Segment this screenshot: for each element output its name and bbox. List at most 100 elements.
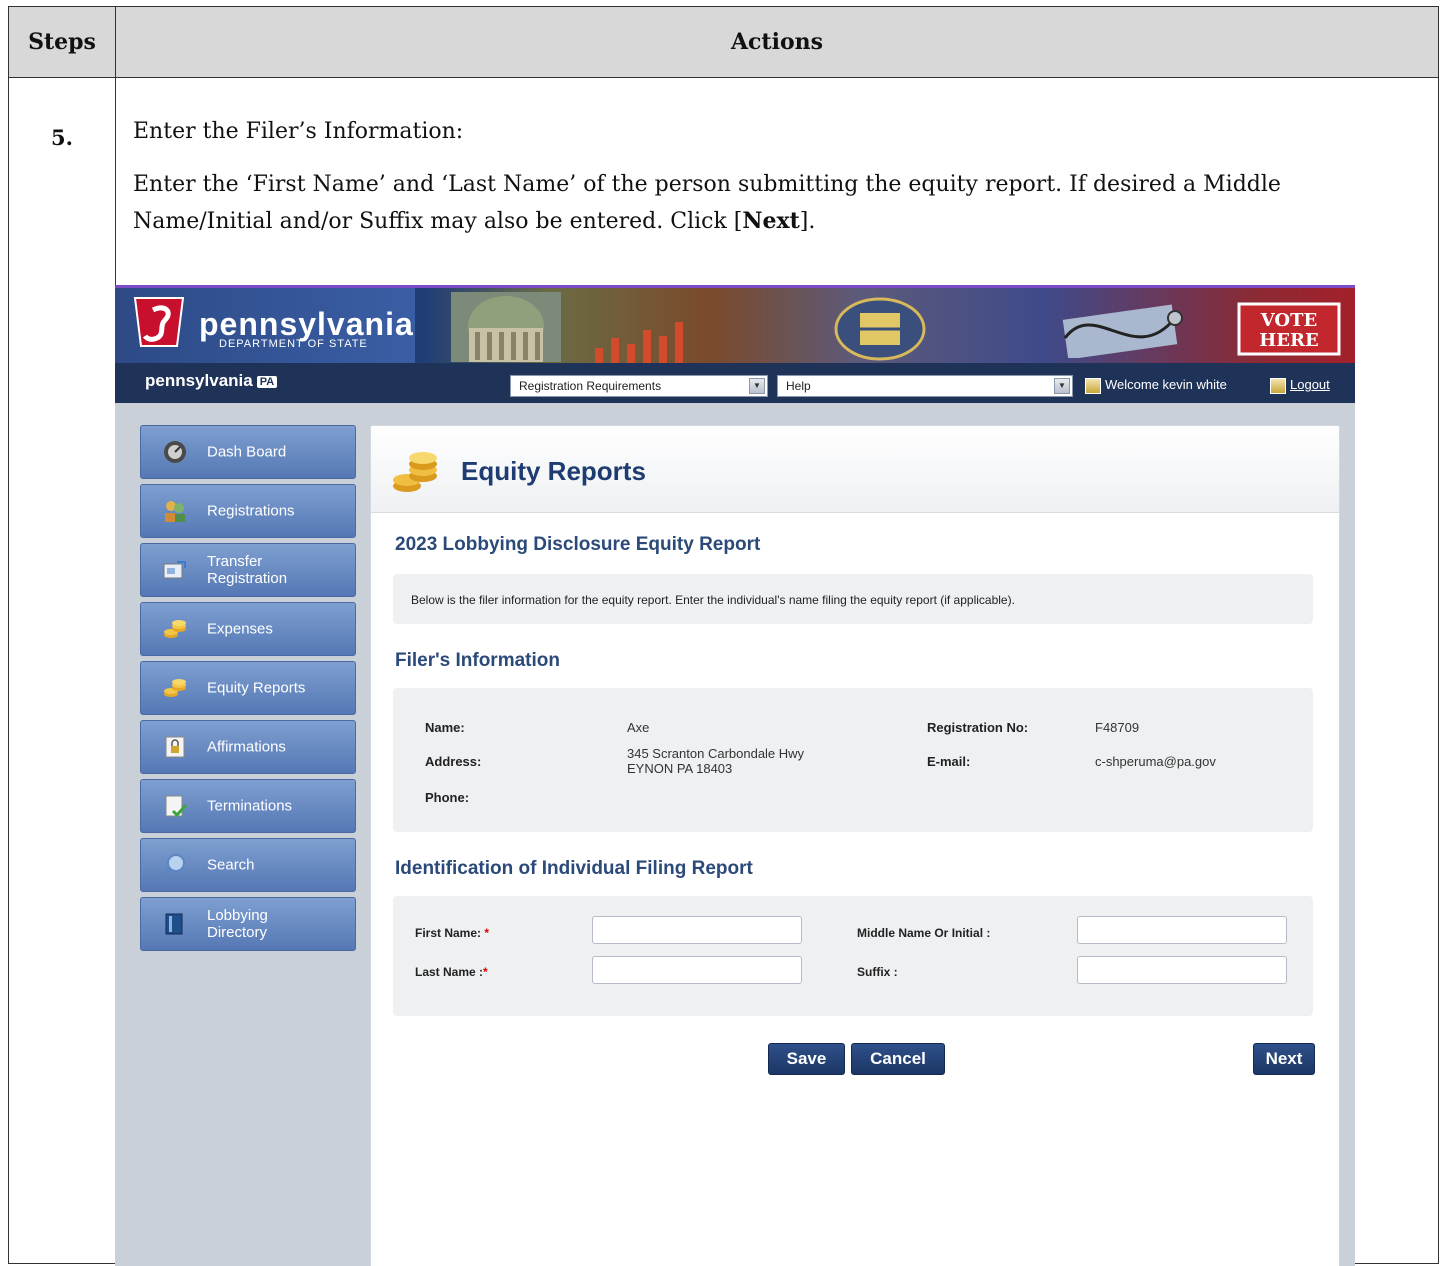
sidebar-item-label: Affirmations [207,738,286,756]
sidebar-item-terminations[interactable]: Terminations [140,779,356,833]
welcome-user: Welcome kevin white [1085,377,1227,394]
registration-no-value: F48709 [1095,720,1140,735]
pa-badge-icon: PA [256,375,278,388]
step-number: 5. [51,125,73,150]
sidebar: Dash Board Registrations Transfer Regist… [140,425,356,956]
sidebar-item-lobbying-directory[interactable]: Lobbying Directory [140,897,356,951]
coins-icon [164,679,186,697]
address-line-1: 345 Scranton Carbondale Hwy [627,746,805,761]
users-icon [165,501,185,522]
vote-sign-image: VOTE HERE [1237,302,1341,356]
identification-box: First Name: * Last Name :* Middle Name O… [393,896,1313,1016]
header-actions: Actions [730,29,824,55]
sidebar-item-dashboard[interactable]: Dash Board [140,425,356,479]
phone-label: Phone: [425,790,470,805]
pa-keystone-logo [133,297,185,347]
chevron-down-icon[interactable]: ▼ [749,378,765,394]
first-name-label-text: First Name: [415,926,482,940]
filer-info-box: Name: Axe Address: 345 Scranton Carbonda… [393,688,1313,832]
book-icon [165,913,183,935]
last-name-label: Last Name :* [415,965,488,979]
document-check-icon [165,795,187,818]
app-screenshot: pennsylvania DEPARTMENT OF STATE VOTE HE… [115,285,1355,1266]
document-lock-icon [165,736,185,758]
filer-section-title: Filer's Information [395,650,560,671]
name-value: Axe [627,720,650,735]
last-name-input[interactable] [592,956,802,984]
sidebar-item-label: Terminations [207,797,293,815]
instruction-body: Enter the ‘First Name’ and ‘Last Name’ o… [133,167,1373,240]
sidebar-item-search[interactable]: Search [140,838,356,892]
coins-icon [164,620,186,638]
save-button[interactable]: Save [768,1043,845,1075]
panel-header: Equity Reports [371,426,1339,513]
logout-text: Logout [1290,377,1330,392]
last-name-label-text: Last Name : [415,965,484,979]
sidebar-item-expenses[interactable]: Expenses [140,602,356,656]
instruction-next: Next [742,208,800,234]
registration-no-label: Registration No: [927,720,1029,735]
email-value: c-shperuma@pa.gov [1095,754,1216,769]
sidebar-item-label: Equity Reports [207,679,306,697]
page-title: Equity Reports [461,456,646,486]
first-name-input[interactable] [592,916,802,944]
main-panel: Equity Reports 2023 Lobbying Disclosure … [370,425,1340,1266]
suffix-input[interactable] [1077,956,1287,984]
sidebar-item-equity-reports[interactable]: Equity Reports [140,661,356,715]
sidebar-item-affirmations[interactable]: Affirmations [140,720,356,774]
stethoscope-image [1062,304,1183,358]
bar-graph-image [595,322,683,363]
instruction-text-end: ]. [799,209,816,234]
sidebar-item-registrations[interactable]: Registrations [140,484,356,538]
instruction-title: Enter the Filer’s Information: [133,119,464,144]
address-label: Address: [425,754,482,769]
site-banner: pennsylvania DEPARTMENT OF STATE VOTE HE… [115,285,1355,365]
info-note: Below is the filer information for the e… [393,574,1313,624]
sidebar-item-label: Lobbying Directory [207,907,268,941]
sidebar-item-label: Search [207,856,255,874]
name-label: Name: [425,720,465,735]
capitol-dome-image [451,292,561,362]
vote-text-1: VOTE [1260,310,1317,331]
dashboard-icon [164,441,186,463]
table-header: Steps Actions [9,7,1438,78]
middle-name-input[interactable] [1077,916,1287,944]
help-dropdown[interactable]: Help ▼ [777,375,1073,397]
address-line-2: EYNON PA 18403 [627,761,733,776]
report-title: 2023 Lobbying Disclosure Equity Report [395,534,761,555]
sidebar-item-transfer-registration[interactable]: Transfer Registration [140,543,356,597]
info-note-text: Below is the filer information for the e… [411,593,1015,607]
coins-icon [393,452,437,492]
instruction-text: Enter the ‘First Name’ and ‘Last Name’ o… [133,172,1281,234]
next-button[interactable]: Next [1253,1043,1315,1075]
required-mark: * [484,926,490,940]
sidebar-item-label: Expenses [207,620,273,638]
nav-brand-text: pennsylvania [145,371,253,390]
middle-name-label: Middle Name Or Initial : [857,926,991,940]
nav-brand[interactable]: pennsylvania PA [145,371,278,391]
dropdown-value: Help [786,379,811,393]
header-steps: Steps [9,7,116,77]
cancel-button[interactable]: Cancel [851,1043,945,1075]
welcome-text: Welcome kevin white [1105,377,1227,392]
sidebar-item-label: Dash Board [207,443,287,461]
registration-requirements-dropdown[interactable]: Registration Requirements ▼ [510,375,768,397]
top-navbar: pennsylvania PA Registration Requirements… [115,363,1355,403]
sidebar-item-label: Registrations [207,502,295,520]
chevron-down-icon[interactable]: ▼ [1054,378,1070,394]
suffix-label: Suffix : [857,965,898,979]
state-seal-image [834,297,926,361]
transfer-icon [163,561,186,579]
logo-area[interactable]: pennsylvania DEPARTMENT OF STATE [115,288,415,365]
dropdown-value: Registration Requirements [519,379,662,393]
lock-icon [1270,377,1286,394]
sidebar-item-label: Transfer Registration [207,553,288,587]
required-mark: * [483,965,488,979]
logo-subtitle: DEPARTMENT OF STATE [219,338,368,350]
email-label: E-mail: [927,754,971,769]
user-icon [1085,377,1101,394]
first-name-label: First Name: * [415,926,489,940]
search-icon [163,854,185,877]
identification-section-title: Identification of Individual Filing Repo… [395,858,753,879]
logout-link[interactable]: Logout [1270,377,1330,394]
